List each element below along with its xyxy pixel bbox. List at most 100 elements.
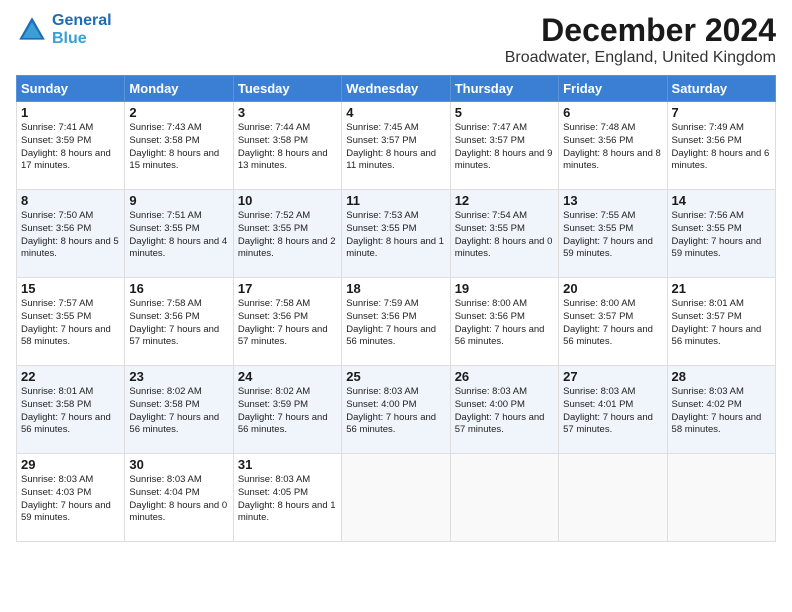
cell-info: Sunrise: 8:01 AMSunset: 3:57 PMDaylight:… (672, 298, 762, 347)
table-row: 8 Sunrise: 7:50 AMSunset: 3:56 PMDayligh… (17, 190, 125, 278)
col-saturday: Saturday (667, 76, 775, 102)
cell-info: Sunrise: 7:50 AMSunset: 3:56 PMDaylight:… (21, 210, 119, 259)
day-number: 27 (563, 369, 662, 384)
table-row (667, 454, 775, 542)
calendar-week-row: 29 Sunrise: 8:03 AMSunset: 4:03 PMDaylig… (17, 454, 776, 542)
cell-info: Sunrise: 8:01 AMSunset: 3:58 PMDaylight:… (21, 386, 111, 435)
table-row: 26 Sunrise: 8:03 AMSunset: 4:00 PMDaylig… (450, 366, 558, 454)
table-row: 22 Sunrise: 8:01 AMSunset: 3:58 PMDaylig… (17, 366, 125, 454)
col-thursday: Thursday (450, 76, 558, 102)
table-row: 10 Sunrise: 7:52 AMSunset: 3:55 PMDaylig… (233, 190, 341, 278)
cell-info: Sunrise: 7:41 AMSunset: 3:59 PMDaylight:… (21, 122, 111, 171)
cell-info: Sunrise: 8:02 AMSunset: 3:59 PMDaylight:… (238, 386, 328, 435)
table-row: 7 Sunrise: 7:49 AMSunset: 3:56 PMDayligh… (667, 102, 775, 190)
table-row: 20 Sunrise: 8:00 AMSunset: 3:57 PMDaylig… (559, 278, 667, 366)
day-number: 9 (129, 193, 228, 208)
cell-info: Sunrise: 8:02 AMSunset: 3:58 PMDaylight:… (129, 386, 219, 435)
table-row: 24 Sunrise: 8:02 AMSunset: 3:59 PMDaylig… (233, 366, 341, 454)
location: Broadwater, England, United Kingdom (505, 49, 776, 67)
day-number: 3 (238, 105, 337, 120)
cell-info: Sunrise: 7:47 AMSunset: 3:57 PMDaylight:… (455, 122, 553, 171)
cell-info: Sunrise: 8:03 AMSunset: 4:05 PMDaylight:… (238, 474, 336, 523)
month-title: December 2024 (505, 12, 776, 49)
day-number: 18 (346, 281, 445, 296)
day-number: 15 (21, 281, 120, 296)
calendar-week-row: 8 Sunrise: 7:50 AMSunset: 3:56 PMDayligh… (17, 190, 776, 278)
cell-info: Sunrise: 7:48 AMSunset: 3:56 PMDaylight:… (563, 122, 661, 171)
day-number: 22 (21, 369, 120, 384)
calendar-header-row: Sunday Monday Tuesday Wednesday Thursday… (17, 76, 776, 102)
cell-info: Sunrise: 7:52 AMSunset: 3:55 PMDaylight:… (238, 210, 336, 259)
col-monday: Monday (125, 76, 233, 102)
day-number: 12 (455, 193, 554, 208)
day-number: 24 (238, 369, 337, 384)
table-row: 11 Sunrise: 7:53 AMSunset: 3:55 PMDaylig… (342, 190, 450, 278)
calendar: Sunday Monday Tuesday Wednesday Thursday… (16, 75, 776, 542)
table-row: 5 Sunrise: 7:47 AMSunset: 3:57 PMDayligh… (450, 102, 558, 190)
header: General Blue December 2024 Broadwater, E… (16, 12, 776, 67)
table-row: 31 Sunrise: 8:03 AMSunset: 4:05 PMDaylig… (233, 454, 341, 542)
cell-info: Sunrise: 8:03 AMSunset: 4:01 PMDaylight:… (563, 386, 653, 435)
day-number: 30 (129, 457, 228, 472)
table-row (342, 454, 450, 542)
calendar-week-row: 15 Sunrise: 7:57 AMSunset: 3:55 PMDaylig… (17, 278, 776, 366)
table-row: 1 Sunrise: 7:41 AMSunset: 3:59 PMDayligh… (17, 102, 125, 190)
table-row: 19 Sunrise: 8:00 AMSunset: 3:56 PMDaylig… (450, 278, 558, 366)
day-number: 7 (672, 105, 771, 120)
table-row: 15 Sunrise: 7:57 AMSunset: 3:55 PMDaylig… (17, 278, 125, 366)
table-row: 28 Sunrise: 8:03 AMSunset: 4:02 PMDaylig… (667, 366, 775, 454)
day-number: 26 (455, 369, 554, 384)
day-number: 1 (21, 105, 120, 120)
cell-info: Sunrise: 7:58 AMSunset: 3:56 PMDaylight:… (238, 298, 328, 347)
table-row: 3 Sunrise: 7:44 AMSunset: 3:58 PMDayligh… (233, 102, 341, 190)
table-row: 29 Sunrise: 8:03 AMSunset: 4:03 PMDaylig… (17, 454, 125, 542)
cell-info: Sunrise: 7:58 AMSunset: 3:56 PMDaylight:… (129, 298, 219, 347)
logo: General Blue (16, 12, 112, 47)
col-sunday: Sunday (17, 76, 125, 102)
title-block: December 2024 Broadwater, England, Unite… (505, 12, 776, 67)
cell-info: Sunrise: 7:43 AMSunset: 3:58 PMDaylight:… (129, 122, 219, 171)
day-number: 20 (563, 281, 662, 296)
table-row: 21 Sunrise: 8:01 AMSunset: 3:57 PMDaylig… (667, 278, 775, 366)
cell-info: Sunrise: 7:57 AMSunset: 3:55 PMDaylight:… (21, 298, 111, 347)
cell-info: Sunrise: 7:54 AMSunset: 3:55 PMDaylight:… (455, 210, 553, 259)
table-row: 4 Sunrise: 7:45 AMSunset: 3:57 PMDayligh… (342, 102, 450, 190)
cell-info: Sunrise: 7:45 AMSunset: 3:57 PMDaylight:… (346, 122, 436, 171)
cell-info: Sunrise: 8:03 AMSunset: 4:02 PMDaylight:… (672, 386, 762, 435)
table-row: 25 Sunrise: 8:03 AMSunset: 4:00 PMDaylig… (342, 366, 450, 454)
table-row: 9 Sunrise: 7:51 AMSunset: 3:55 PMDayligh… (125, 190, 233, 278)
cell-info: Sunrise: 8:03 AMSunset: 4:04 PMDaylight:… (129, 474, 227, 523)
table-row: 6 Sunrise: 7:48 AMSunset: 3:56 PMDayligh… (559, 102, 667, 190)
day-number: 2 (129, 105, 228, 120)
logo-icon (16, 14, 48, 46)
day-number: 23 (129, 369, 228, 384)
table-row: 27 Sunrise: 8:03 AMSunset: 4:01 PMDaylig… (559, 366, 667, 454)
table-row (559, 454, 667, 542)
table-row: 17 Sunrise: 7:58 AMSunset: 3:56 PMDaylig… (233, 278, 341, 366)
logo-text: General Blue (52, 12, 112, 47)
cell-info: Sunrise: 8:03 AMSunset: 4:00 PMDaylight:… (455, 386, 545, 435)
col-tuesday: Tuesday (233, 76, 341, 102)
cell-info: Sunrise: 7:49 AMSunset: 3:56 PMDaylight:… (672, 122, 770, 171)
table-row: 2 Sunrise: 7:43 AMSunset: 3:58 PMDayligh… (125, 102, 233, 190)
cell-info: Sunrise: 7:53 AMSunset: 3:55 PMDaylight:… (346, 210, 444, 259)
day-number: 21 (672, 281, 771, 296)
col-wednesday: Wednesday (342, 76, 450, 102)
table-row: 12 Sunrise: 7:54 AMSunset: 3:55 PMDaylig… (450, 190, 558, 278)
day-number: 8 (21, 193, 120, 208)
day-number: 13 (563, 193, 662, 208)
cell-info: Sunrise: 7:59 AMSunset: 3:56 PMDaylight:… (346, 298, 436, 347)
table-row (450, 454, 558, 542)
day-number: 17 (238, 281, 337, 296)
day-number: 29 (21, 457, 120, 472)
page: General Blue December 2024 Broadwater, E… (0, 0, 792, 612)
day-number: 16 (129, 281, 228, 296)
day-number: 6 (563, 105, 662, 120)
cell-info: Sunrise: 7:55 AMSunset: 3:55 PMDaylight:… (563, 210, 653, 259)
day-number: 19 (455, 281, 554, 296)
day-number: 10 (238, 193, 337, 208)
day-number: 11 (346, 193, 445, 208)
day-number: 14 (672, 193, 771, 208)
cell-info: Sunrise: 8:00 AMSunset: 3:57 PMDaylight:… (563, 298, 653, 347)
cell-info: Sunrise: 8:03 AMSunset: 4:00 PMDaylight:… (346, 386, 436, 435)
